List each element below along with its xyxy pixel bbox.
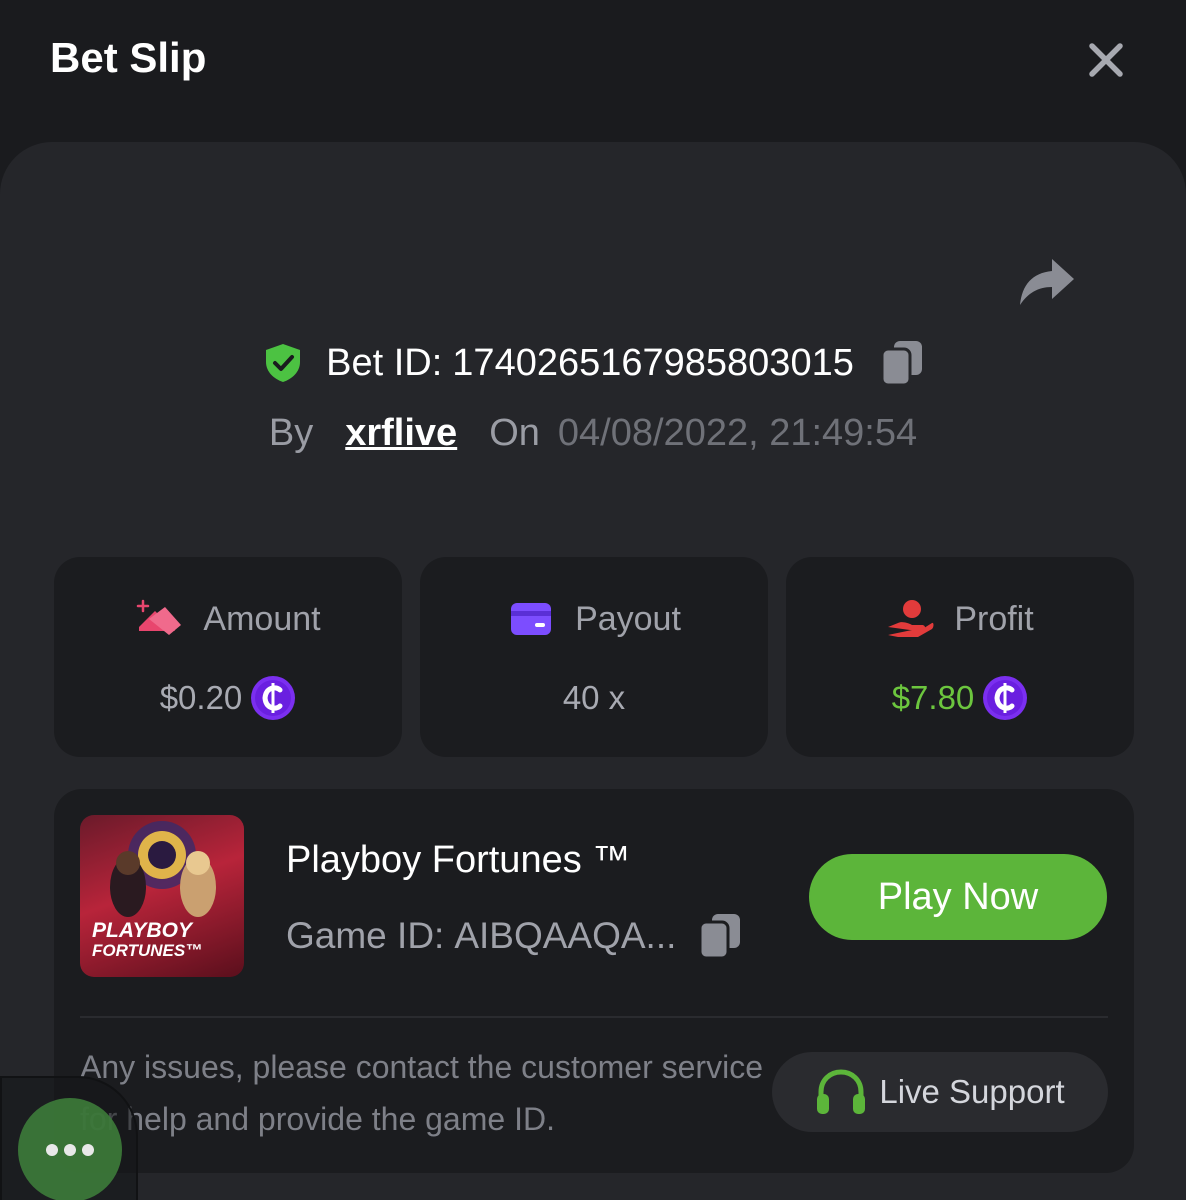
game-id-row: Game ID: AIBQAAQA... (286, 909, 742, 963)
support-notice: Any issues, please contact the customer … (80, 1049, 763, 1137)
payout-card: Payout 40 x (420, 557, 768, 757)
profit-value: $7.80 (891, 679, 975, 716)
verified-shield-icon (266, 344, 301, 382)
profit-label: Profit (954, 599, 1034, 638)
share-button[interactable] (1016, 255, 1078, 309)
divider (80, 1016, 1108, 1018)
game-thumb-logo: PLAYBOY FORTUNES™ (92, 919, 203, 960)
copy-bet-id-icon[interactable] (880, 339, 924, 387)
stats-row: Amount $0.20 Payout 40 x Profit $7.80 (54, 557, 1134, 757)
payout-value: 40 x (562, 679, 626, 716)
live-support-button[interactable]: Live Support (772, 1052, 1108, 1132)
more-button[interactable] (18, 1098, 122, 1200)
share-icon[interactable] (1016, 255, 1078, 309)
payout-value-row: 40 x (420, 673, 768, 723)
coin-icon (251, 676, 296, 720)
payout-label: Payout (575, 599, 681, 638)
profit-value-row: $7.80 (786, 673, 1134, 723)
header: Bet Slip (0, 0, 1186, 120)
live-support-label: Live Support (879, 1073, 1065, 1110)
page-title: Bet Slip (50, 34, 207, 81)
card-icon (511, 603, 552, 635)
bet-id-value: 1740265167985803015 (452, 341, 854, 384)
copy-game-id-icon[interactable] (698, 912, 742, 960)
game-thumbnail[interactable]: PLAYBOY FORTUNES™ (80, 815, 244, 977)
close-button[interactable] (1084, 38, 1128, 82)
game-id-value: AIBQAAQA... (454, 915, 677, 956)
profit-card: Profit $7.80 (786, 557, 1134, 757)
coin-icon (983, 676, 1028, 720)
bet-id-row: Bet ID: 1740265167985803015 (0, 336, 1186, 390)
username-link[interactable]: xrflive (345, 412, 457, 455)
by-label: By (268, 411, 314, 454)
game-name: Playboy Fortunes ™ (286, 839, 631, 881)
bet-id-label: Bet ID: (326, 341, 443, 384)
play-now-button[interactable]: Play Now (809, 854, 1107, 940)
headset-icon (817, 1069, 866, 1114)
bet-meta-row: By xrflive On 04/08/2022, 21:49:54 (0, 408, 1186, 458)
amount-label: Amount (203, 599, 321, 638)
amount-value-row: $0.20 (54, 673, 402, 723)
money-stack-icon (137, 599, 182, 635)
close-icon[interactable] (1084, 38, 1128, 82)
on-label: On (489, 411, 540, 454)
more-dots-icon[interactable] (42, 1142, 98, 1158)
amount-card: Amount $0.20 (54, 557, 402, 757)
game-card: PLAYBOY FORTUNES™ Playboy Fortunes ™ Gam… (54, 789, 1134, 1173)
hand-coin-icon (888, 600, 934, 637)
bet-datetime: 04/08/2022, 21:49:54 (557, 411, 918, 454)
game-id-label: Game ID: (286, 915, 445, 956)
floating-menu-dock (0, 1076, 138, 1200)
amount-value: $0.20 (159, 679, 243, 716)
